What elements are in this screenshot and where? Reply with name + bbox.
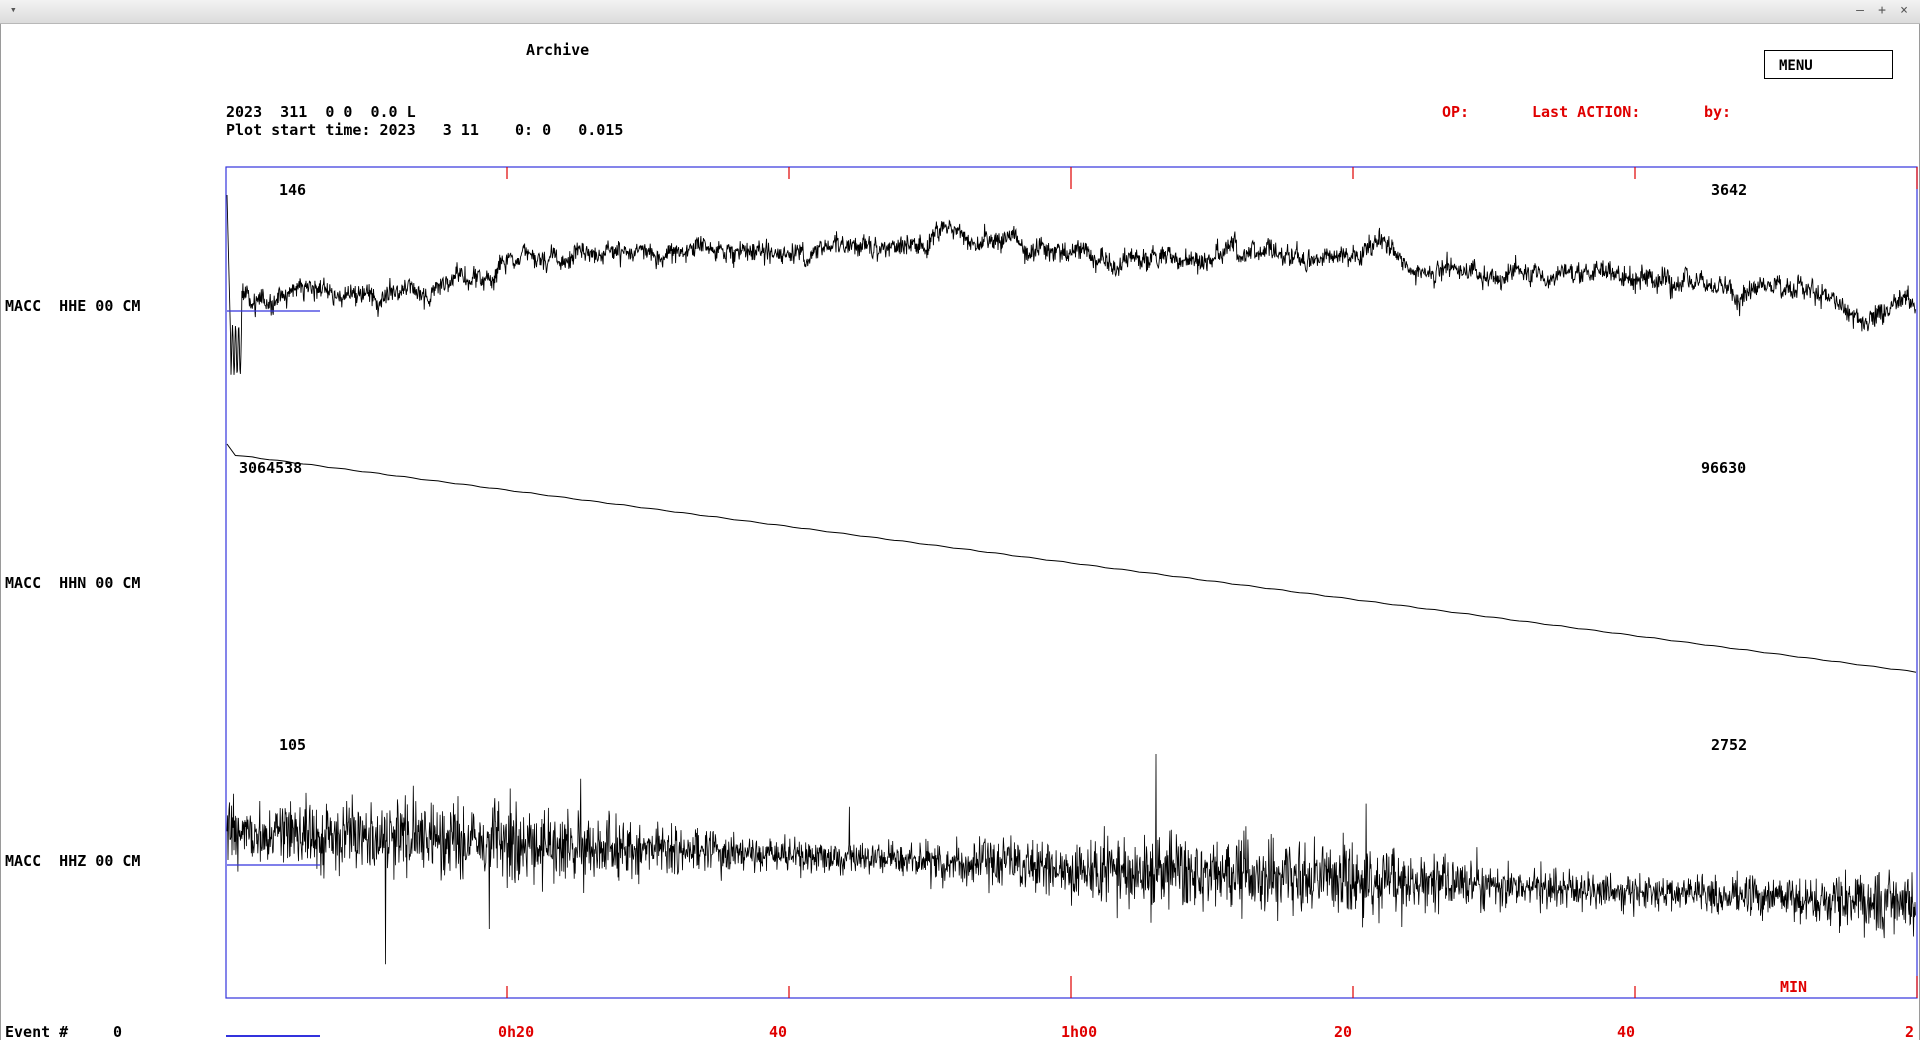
trace-hhe-waveform (226, 194, 1916, 375)
trace-hhn-waveform (226, 443, 1917, 673)
seismogram-plot[interactable] (0, 0, 1920, 1040)
trace-hhz-waveform (226, 753, 1916, 965)
trace-group (226, 194, 1917, 965)
plot-frame (225, 166, 1918, 999)
